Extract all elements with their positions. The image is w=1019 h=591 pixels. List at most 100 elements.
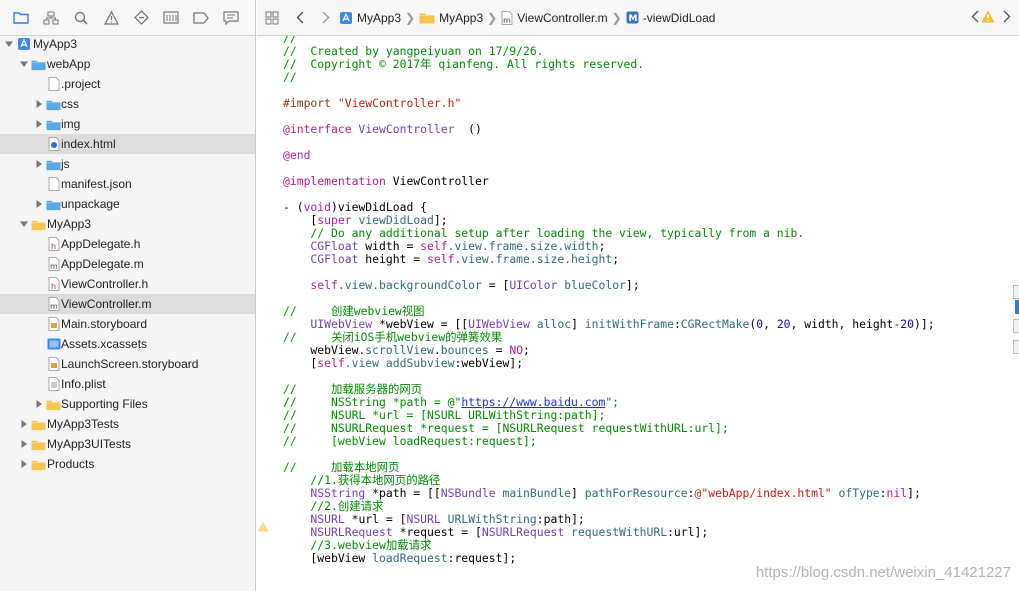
navigator-item[interactable]: index.html <box>0 134 255 154</box>
warning-badge-icon[interactable] <box>981 10 995 26</box>
navigator-item[interactable]: webApp <box>0 54 255 74</box>
comment-icon[interactable] <box>216 6 246 30</box>
navigator-item[interactable]: unpackage <box>0 194 255 214</box>
code-token: ViewController <box>385 174 489 188</box>
disclosure-none <box>34 339 44 349</box>
code-editor[interactable]: // // Created by yangpeiyuan on 17/9/26. /… <box>257 36 1019 591</box>
navigator-item[interactable]: js <box>0 154 255 174</box>
yellow-folder-icon <box>46 397 61 411</box>
code-token: URLWithString <box>440 512 537 526</box>
search-icon[interactable] <box>66 6 96 30</box>
disclosure-open-icon[interactable] <box>19 219 29 229</box>
disclosure-closed-icon[interactable] <box>34 399 44 409</box>
code-token: [ <box>283 213 318 227</box>
code-token: // 创建webview视图 <box>283 304 425 318</box>
code-token: self <box>420 239 448 253</box>
navigator-item-label: Supporting Files <box>61 397 148 411</box>
code-token: // [webView loadRequest:request]; <box>283 434 537 448</box>
breakpoint-icon[interactable] <box>126 6 156 30</box>
disclosure-closed-icon[interactable] <box>34 199 44 209</box>
navigator-item[interactable]: Products <box>0 454 255 474</box>
breadcrumb-separator-icon: ❯ <box>487 10 498 25</box>
navigator-item-label: MyApp3 <box>47 217 92 231</box>
navigator-item[interactable]: MyApp3Tests <box>0 414 255 434</box>
code-token: // <box>283 70 297 84</box>
yellow-folder-icon <box>419 11 435 24</box>
jump-bar: MyApp3 ❯ MyApp3 ❯ m ViewController.m ❯ M -viewDi… <box>257 0 1019 36</box>
disclosure-closed-icon[interactable] <box>19 419 29 429</box>
navigator-item[interactable]: Supporting Files <box>0 394 255 414</box>
disclosure-closed-icon[interactable] <box>34 119 44 129</box>
breadcrumb-segment[interactable]: MyApp3 <box>339 11 401 25</box>
disclosure-closed-icon[interactable] <box>34 99 44 109</box>
hierarchy-icon[interactable] <box>36 6 66 30</box>
storyboard-icon <box>46 317 61 331</box>
code-link[interactable]: https://www.baidu.com <box>461 395 605 409</box>
code-token: // Created by yangpeiyuan on 17/9/26. <box>283 44 544 58</box>
breadcrumb-segment[interactable]: m ViewController.m <box>501 10 608 25</box>
yellow-folder-icon <box>31 457 46 471</box>
navigator-item[interactable]: Main.storyboard <box>0 314 255 334</box>
back-chevron-icon[interactable] <box>287 11 313 24</box>
blue-folder-icon <box>46 157 61 171</box>
disclosure-none <box>34 139 44 149</box>
navigator-item[interactable]: Assets.xcassets <box>0 334 255 354</box>
breadcrumb-segment[interactable]: M -viewDidLoad <box>626 11 715 25</box>
issue-forward-chevron-icon[interactable] <box>1003 10 1011 26</box>
code-token: // NSURL *url = [NSURL URLWithString:pat… <box>283 408 606 422</box>
navigator-item[interactable]: MyApp3 <box>0 34 255 54</box>
navigator-item[interactable]: h AppDelegate.h <box>0 234 255 254</box>
code-token: ; <box>523 343 530 357</box>
breadcrumb-segment[interactable]: MyApp3 <box>419 11 483 25</box>
forward-chevron-icon[interactable] <box>313 11 339 24</box>
warning-icon[interactable] <box>96 6 126 30</box>
navigator-item[interactable]: MyApp3UITests <box>0 434 255 454</box>
header-file-icon: h <box>46 237 61 251</box>
navigator-item-label: js <box>61 157 70 171</box>
gutter-warning-icon[interactable] <box>257 519 271 532</box>
disclosure-open-icon[interactable] <box>19 59 29 69</box>
code-line: // [webView loadRequest:request]; <box>283 435 537 448</box>
navigator-item-label: .project <box>61 77 101 91</box>
navigator-item-label: unpackage <box>61 197 120 211</box>
minimap-marker <box>1013 319 1019 333</box>
navigator-item[interactable]: m AppDelegate.m <box>0 254 255 274</box>
disclosure-none <box>34 259 44 269</box>
code-token: UIWebView <box>468 317 530 331</box>
navigator-item[interactable]: Info.plist <box>0 374 255 394</box>
navigator-item[interactable]: h ViewController.h <box>0 274 255 294</box>
source-file-icon: m <box>46 257 61 271</box>
navigator-item[interactable]: manifest.json <box>0 174 255 194</box>
related-items-icon[interactable] <box>257 11 287 25</box>
code-token: ]; <box>625 278 640 292</box>
code-token: NSURL <box>283 512 345 526</box>
code-token: blueColor <box>557 278 626 292</box>
code-line: #import "ViewController.h" <box>283 97 461 110</box>
folder-icon[interactable] <box>6 6 36 30</box>
tag-icon[interactable] <box>186 6 216 30</box>
yellow-folder-icon <box>31 217 46 231</box>
disclosure-closed-icon[interactable] <box>34 159 44 169</box>
code-token: () <box>454 122 482 136</box>
project-navigator: MyApp3 webApp .project css img index.html js ma… <box>0 0 256 591</box>
navigator-item[interactable]: css <box>0 94 255 114</box>
disclosure-closed-icon[interactable] <box>19 439 29 449</box>
code-token: *request = [ <box>392 525 482 539</box>
navigator-item[interactable]: MyApp3 <box>0 214 255 234</box>
navigator-item[interactable]: LaunchScreen.storyboard <box>0 354 255 374</box>
navigator-item[interactable]: img <box>0 114 255 134</box>
disclosure-closed-icon[interactable] <box>19 459 29 469</box>
html-file-icon <box>46 137 61 151</box>
code-token: .view.backgroundColor <box>337 278 482 292</box>
code-line: [webView loadRequest:request]; <box>283 552 516 565</box>
navigator-item-label: img <box>61 117 81 131</box>
code-line: CGFloat height = self.view.frame.size.he… <box>283 253 619 266</box>
code-token: "; <box>605 395 620 409</box>
code-token: https://www.baidu.com <box>461 395 605 409</box>
disclosure-none <box>34 379 44 389</box>
navigator-item[interactable]: m ViewController.m <box>0 294 255 314</box>
report-icon[interactable] <box>156 6 186 30</box>
navigator-item[interactable]: .project <box>0 74 255 94</box>
issue-back-chevron-icon[interactable] <box>971 10 979 26</box>
disclosure-open-icon[interactable] <box>4 39 14 49</box>
